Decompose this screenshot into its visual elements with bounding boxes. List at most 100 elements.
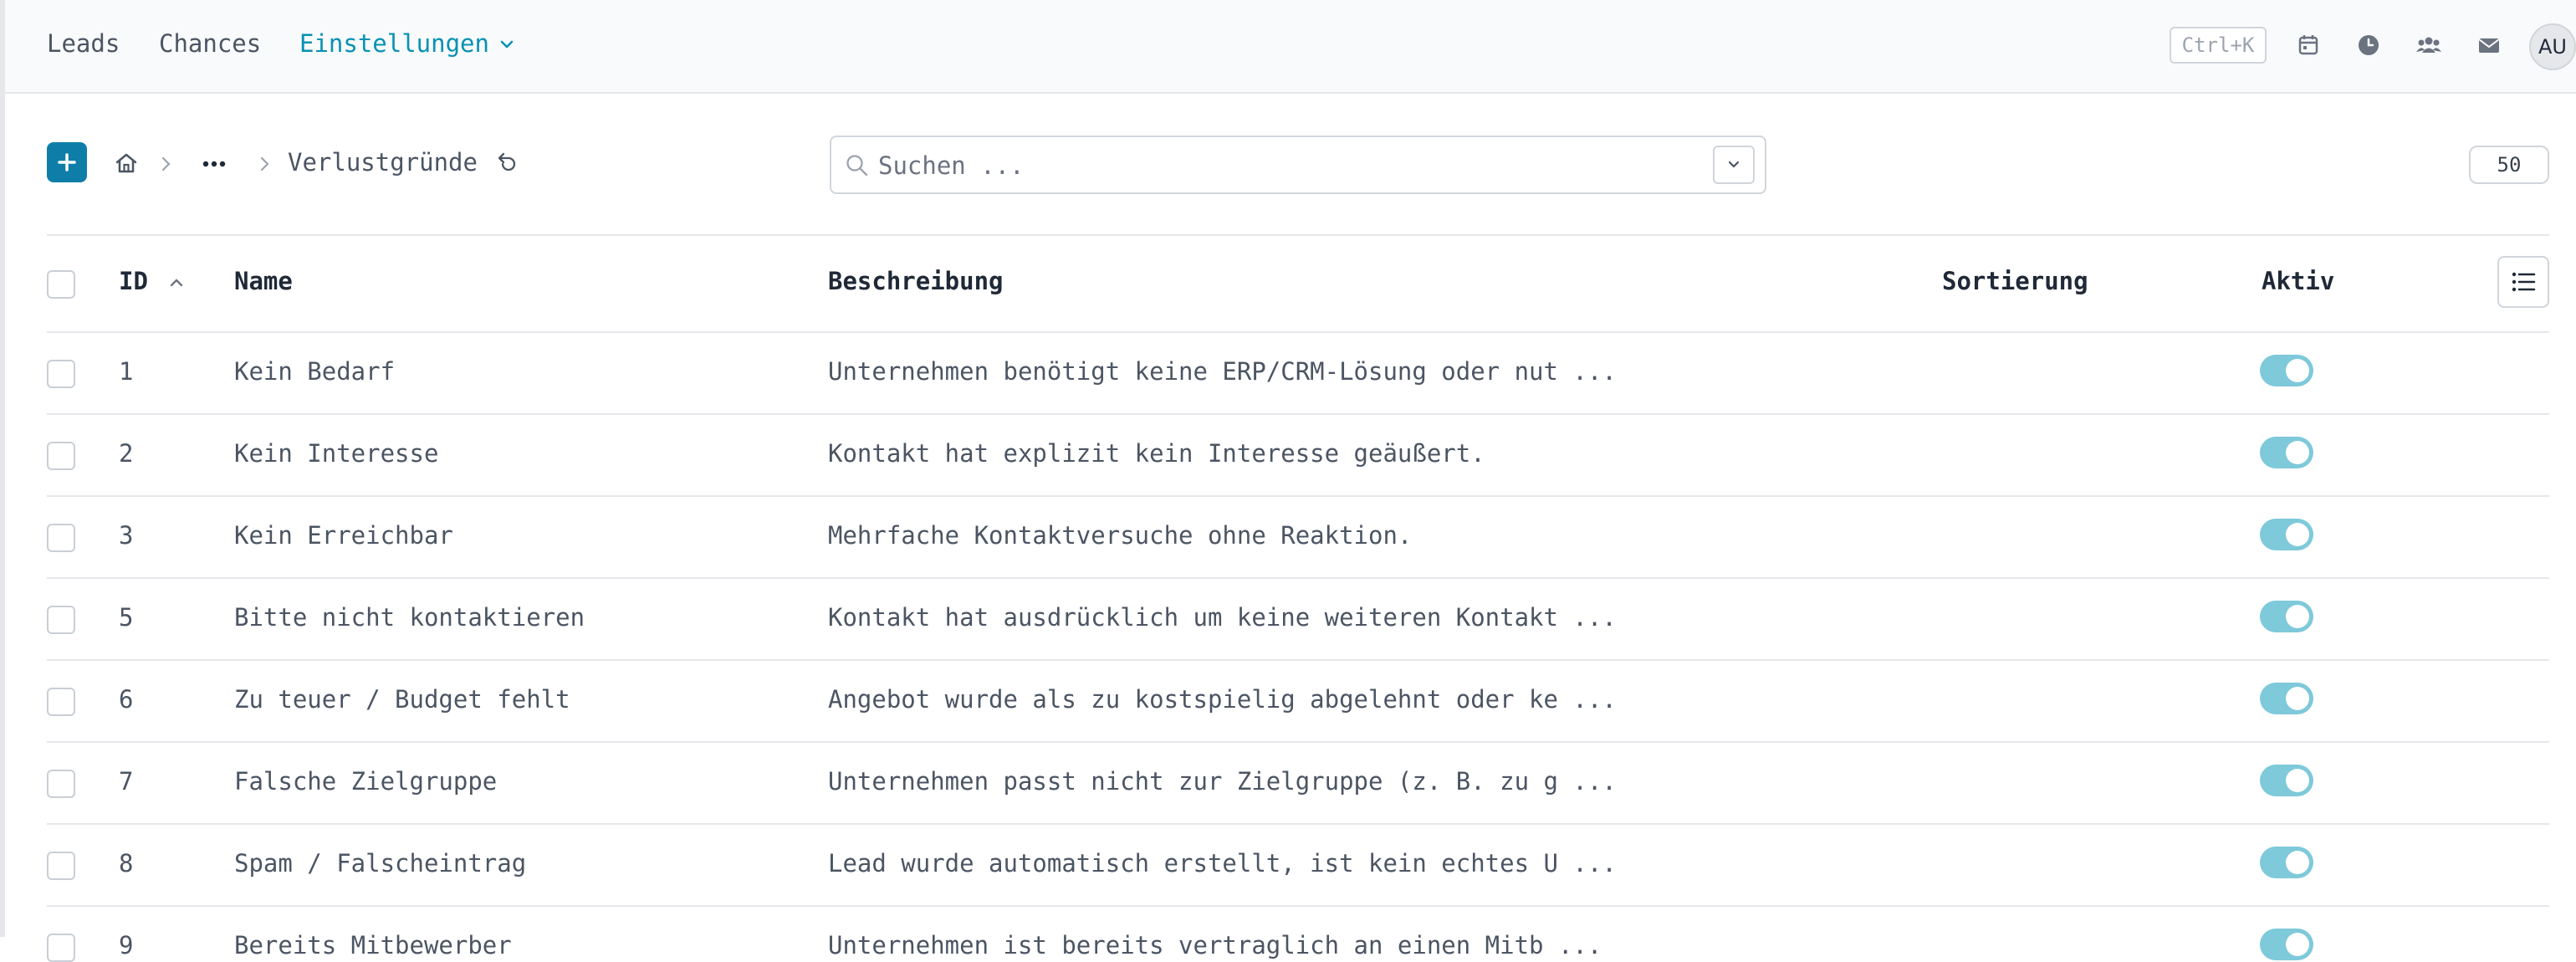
toggle-knob — [2286, 523, 2309, 546]
row-divider-extension — [2449, 577, 2549, 579]
row-divider — [47, 659, 2449, 661]
active-toggle[interactable] — [2260, 847, 2313, 878]
add-button[interactable] — [47, 142, 87, 182]
cell-description[interactable]: Unternehmen ist bereits vertraglich an e… — [828, 929, 1602, 962]
row-divider-extension — [2449, 823, 2549, 825]
toolbar-divider — [47, 234, 2549, 236]
cell-description[interactable]: Angebot wurde als zu kostspielig abgeleh… — [828, 683, 1617, 716]
row-checkbox[interactable] — [47, 360, 75, 388]
cell-id[interactable]: 9 — [119, 929, 133, 962]
nav-einstellungen[interactable]: Einstellungen — [299, 27, 516, 62]
cell-name[interactable]: Zu teuer / Budget fehlt — [234, 683, 570, 716]
breadcrumb-more-icon[interactable] — [197, 152, 231, 179]
row-divider-extension — [2449, 495, 2549, 497]
header-divider-extension — [2449, 331, 2549, 333]
cell-id[interactable]: 2 — [119, 437, 133, 470]
row-divider-extension — [2449, 659, 2549, 661]
cell-name[interactable]: Bereits Mitbewerber — [234, 929, 512, 962]
row-divider — [47, 823, 2449, 825]
search-filter-dropdown[interactable] — [1713, 146, 1755, 184]
row-divider — [47, 413, 2449, 415]
header-divider — [47, 331, 2449, 333]
row-checkbox[interactable] — [47, 934, 75, 962]
select-all-checkbox[interactable] — [47, 270, 75, 299]
column-header-id-label: ID — [119, 267, 148, 295]
toggle-knob — [2286, 769, 2309, 792]
breadcrumb-current: Verlustgründe — [288, 148, 478, 177]
cell-name[interactable]: Bitte nicht kontaktieren — [234, 601, 585, 634]
column-settings-button[interactable] — [2497, 256, 2549, 308]
reload-icon[interactable] — [492, 149, 520, 181]
active-toggle[interactable] — [2260, 519, 2313, 550]
toggle-knob — [2286, 605, 2309, 628]
window-edge — [0, 0, 5, 937]
sort-ascending-icon — [171, 279, 183, 287]
cell-id[interactable]: 1 — [119, 355, 133, 388]
cell-name[interactable]: Kein Erreichbar — [234, 519, 453, 552]
active-toggle[interactable] — [2260, 683, 2313, 714]
chevron-down-icon — [1728, 161, 1740, 168]
mail-icon[interactable] — [2474, 30, 2504, 60]
top-navbar: Leads Chances Einstellungen Ctrl+K AU — [5, 0, 2576, 94]
active-toggle[interactable] — [2260, 929, 2313, 960]
clock-icon[interactable] — [2354, 30, 2384, 60]
cell-id[interactable]: 3 — [119, 519, 133, 552]
toggle-knob — [2286, 359, 2309, 382]
cell-description[interactable]: Kontakt hat explizit kein Interesse geäu… — [828, 437, 1485, 470]
plus-icon — [58, 153, 76, 171]
list-icon — [2512, 272, 2536, 292]
nav-einstellungen-label: Einstellungen — [299, 29, 489, 58]
row-divider — [47, 741, 2449, 743]
search-box — [830, 136, 1766, 194]
row-divider-extension — [2449, 905, 2549, 907]
cell-id[interactable]: 7 — [119, 765, 133, 798]
row-checkbox[interactable] — [47, 852, 75, 880]
breadcrumb-separator-icon — [254, 152, 274, 179]
column-header-sort[interactable]: Sortierung — [1942, 264, 2088, 298]
active-toggle[interactable] — [2260, 355, 2313, 386]
calendar-icon[interactable] — [2293, 30, 2323, 60]
cell-description[interactable]: Kontakt hat ausdrücklich um keine weiter… — [828, 601, 1617, 634]
cell-name[interactable]: Kein Bedarf — [234, 355, 395, 388]
user-avatar[interactable]: AU — [2529, 23, 2576, 70]
search-icon — [843, 151, 871, 183]
cell-id[interactable]: 8 — [119, 847, 133, 880]
toggle-knob — [2286, 687, 2309, 710]
toggle-knob — [2286, 441, 2309, 464]
column-header-name[interactable]: Name — [234, 264, 293, 298]
search-input[interactable] — [878, 149, 1681, 182]
nav-chances[interactable]: Chances — [159, 27, 261, 60]
page-size-select[interactable]: 50 — [2469, 146, 2549, 184]
row-divider — [47, 905, 2449, 907]
cell-description[interactable]: Lead wurde automatisch erstellt, ist kei… — [828, 847, 1617, 880]
row-checkbox[interactable] — [47, 524, 75, 552]
row-checkbox[interactable] — [47, 770, 75, 798]
command-palette-shortcut[interactable]: Ctrl+K — [2170, 27, 2267, 64]
column-header-description[interactable]: Beschreibung — [828, 264, 1004, 298]
cell-id[interactable]: 5 — [119, 601, 133, 634]
row-divider — [47, 577, 2449, 579]
column-header-id[interactable]: ID — [119, 264, 186, 298]
cell-description[interactable]: Unternehmen benötigt keine ERP/CRM-Lösun… — [828, 355, 1617, 388]
cell-description[interactable]: Mehrfache Kontaktversuche ohne Reaktion. — [828, 519, 1412, 552]
toggle-knob — [2286, 851, 2309, 874]
active-toggle[interactable] — [2260, 601, 2313, 632]
active-toggle[interactable] — [2260, 765, 2313, 796]
row-checkbox[interactable] — [47, 688, 75, 716]
home-icon[interactable] — [112, 149, 141, 181]
users-icon[interactable] — [2414, 30, 2444, 60]
cell-name[interactable]: Falsche Zielgruppe — [234, 765, 497, 798]
cell-description[interactable]: Unternehmen passt nicht zur Zielgruppe (… — [828, 765, 1617, 798]
breadcrumb-separator-icon — [156, 152, 176, 179]
column-header-active[interactable]: Aktiv — [2262, 264, 2334, 298]
cell-name[interactable]: Spam / Falscheintrag — [234, 847, 526, 880]
cell-name[interactable]: Kein Interesse — [234, 437, 438, 470]
row-divider — [47, 495, 2449, 497]
nav-leads[interactable]: Leads — [47, 27, 120, 60]
toggle-knob — [2286, 933, 2309, 956]
active-toggle[interactable] — [2260, 437, 2313, 468]
row-checkbox[interactable] — [47, 442, 75, 470]
row-checkbox[interactable] — [47, 606, 75, 634]
chevron-down-icon — [498, 28, 516, 62]
cell-id[interactable]: 6 — [119, 683, 133, 716]
